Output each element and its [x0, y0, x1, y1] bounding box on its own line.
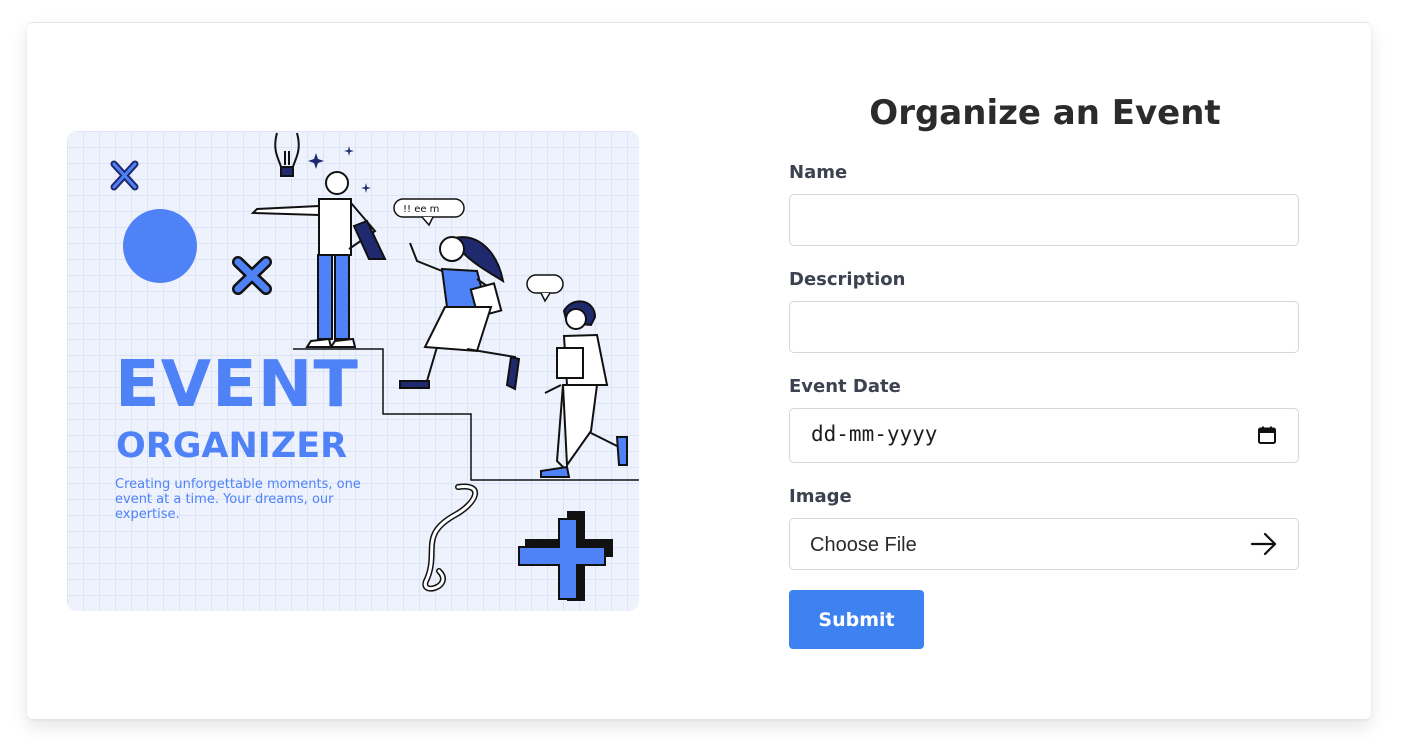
- lightbulb-icon: [274, 132, 300, 177]
- image-label: Image: [789, 486, 852, 507]
- event-date-label: Event Date: [789, 376, 901, 397]
- name-input[interactable]: [790, 195, 1298, 245]
- event-form-card: !! ee m EVENT ORGANIZER Creating unforge…: [27, 22, 1371, 719]
- decorative-circle: [123, 209, 197, 283]
- person-walking-man: [540, 300, 628, 478]
- person-running-woman: [399, 236, 521, 391]
- description-label: Description: [789, 269, 906, 290]
- description-input[interactable]: [790, 302, 1298, 352]
- submit-button[interactable]: Submit: [789, 590, 924, 649]
- illustration-title: EVENT: [115, 348, 359, 422]
- event-date-field[interactable]: dd-mm-yyyy: [789, 408, 1299, 463]
- plus-icon: [518, 511, 613, 601]
- event-date-placeholder: dd-mm-yyyy: [811, 422, 938, 446]
- arrow-right-icon[interactable]: [1250, 532, 1278, 556]
- calendar-icon[interactable]: [1258, 426, 1276, 444]
- name-field[interactable]: [789, 194, 1299, 246]
- name-label: Name: [789, 162, 848, 183]
- illustration-tagline: Creating unforgettable moments, one even…: [115, 477, 361, 522]
- speech-bubble-text: !! ee m: [403, 204, 439, 215]
- choose-file-button[interactable]: Choose File: [810, 534, 917, 557]
- illustration-subtitle: ORGANIZER: [116, 426, 348, 466]
- event-organizer-illustration: !! ee m EVENT ORGANIZER Creating unforge…: [67, 131, 639, 611]
- person-pointing: [250, 171, 387, 348]
- description-field[interactable]: [789, 301, 1299, 353]
- form-title: Organize an Event: [869, 93, 1221, 133]
- image-file-field[interactable]: Choose File: [789, 518, 1299, 570]
